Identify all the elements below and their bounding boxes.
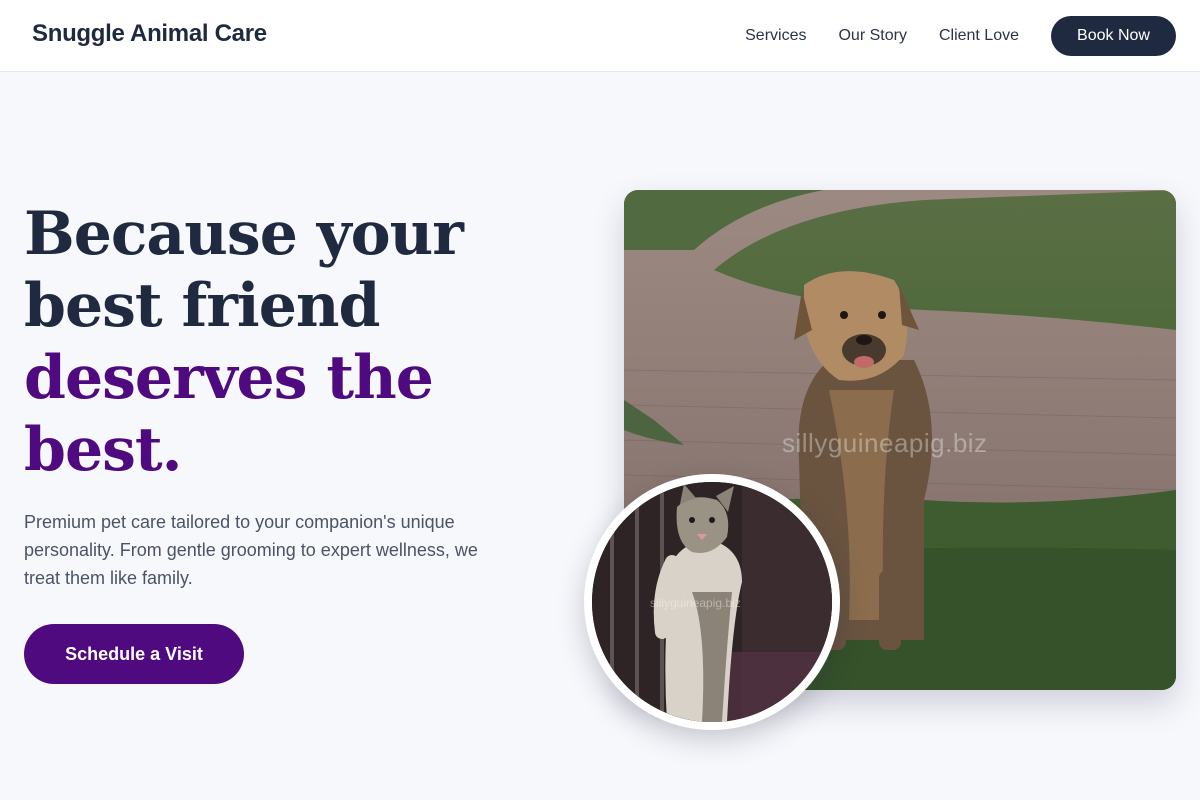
hero-headline: Because your best friend deserves the be… (24, 198, 544, 486)
nav-link-our-story[interactable]: Our Story (838, 27, 906, 45)
brand-logo[interactable]: Snuggle Animal Care (32, 20, 267, 48)
headline-line-4: best. (24, 415, 183, 485)
hero-subtext: Premium pet care tailored to your compan… (24, 512, 478, 588)
book-now-button[interactable]: Book Now (1051, 16, 1176, 56)
schedule-visit-button[interactable]: Schedule a Visit (24, 624, 244, 684)
inset-watermark: sillyguineapig.biz (650, 596, 741, 610)
nav-link-services[interactable]: Services (745, 27, 806, 45)
main-nav: Services Our Story Client Love Book Now (745, 16, 1176, 56)
nav-link-client-love[interactable]: Client Love (939, 27, 1019, 45)
headline-line-3: deserves the (24, 343, 434, 413)
headline-line-1: Because your (24, 199, 464, 269)
site-header: Snuggle Animal Care Services Our Story C… (0, 0, 1200, 72)
photo-watermark: sillyguineapig.biz (782, 428, 988, 458)
cat-photo: sillyguineapig.biz (584, 474, 840, 730)
headline-line-2: best friend (24, 271, 380, 341)
